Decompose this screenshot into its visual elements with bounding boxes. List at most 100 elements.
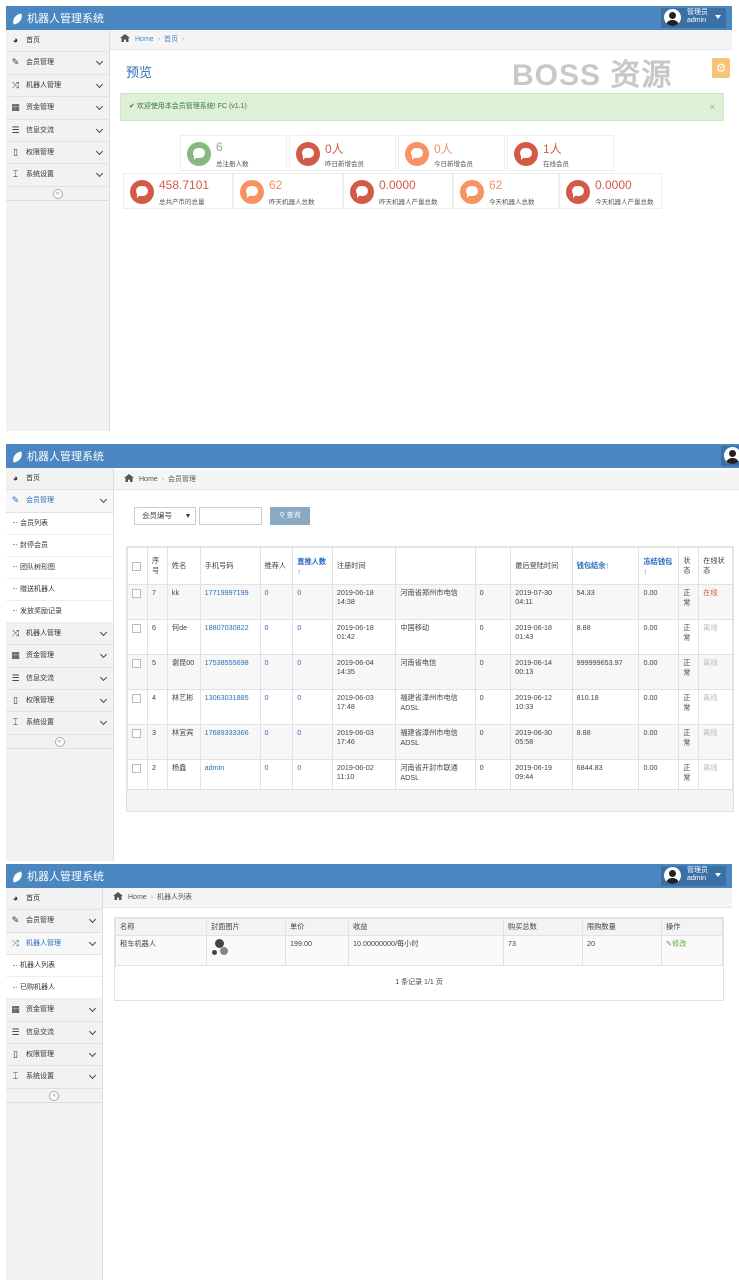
table-cell[interactable]: 17689333366 [199, 724, 261, 760]
chevron-down-icon [99, 695, 108, 703]
table-cell[interactable]: 0 [259, 689, 294, 725]
user-menu[interactable] [721, 446, 739, 466]
user-role: 管理员 [687, 9, 708, 16]
sidebar-item-members[interactable]: ✎ 会员管理 [6, 52, 109, 75]
sidebar-collapse[interactable]: « [6, 1089, 102, 1103]
sidebar-item-home[interactable]: ◕ 首页 [6, 30, 109, 53]
sidebar-item-messages[interactable]: ☰ 信息交流 [6, 1022, 102, 1044]
breadcrumb-home[interactable]: Home [139, 476, 158, 483]
search-button[interactable]: ⚲ 查询 [270, 507, 310, 525]
sidebar-item-members[interactable]: ✎ 会员管理 [6, 910, 102, 933]
select-all-cell[interactable] [127, 547, 148, 585]
close-icon[interactable]: × [710, 94, 715, 120]
app-brand[interactable]: 机器人管理系统 [10, 868, 104, 884]
table-cell: 4 [146, 689, 168, 725]
sidebar-item-robots[interactable]: ⤨ 机器人管理 [6, 932, 102, 956]
chevron-down-icon [88, 1049, 97, 1057]
sidebar-item-settings[interactable]: ⌶ 系统设置 [6, 712, 113, 735]
row-checkbox[interactable] [132, 763, 141, 773]
sidebar-sub-team-tree[interactable]: 团队树形图 [6, 556, 113, 579]
select-all-checkbox[interactable] [132, 561, 141, 571]
row-checkbox[interactable] [132, 658, 141, 668]
sidebar-sub-member-list[interactable]: 会员列表 [6, 512, 113, 535]
table-cell: 中国移动 [395, 619, 476, 655]
sidebar-item-settings[interactable]: ⌶ 系统设置 [6, 1066, 102, 1089]
sidebar-item-funds[interactable]: ▦ 资金管理 [6, 999, 102, 1022]
sidebar: ◕ 首页 ✎ 会员管理 ⤨ 机器人管理 ▦ 资金管理 ☰ 信息交流 ▯ 权限管理 ⌶ 系统设置… [6, 30, 110, 431]
sidebar-sub-purchased-robots[interactable]: 已购机器人 [6, 977, 102, 1000]
table-cell[interactable]: 0 [292, 584, 333, 620]
edit-label: 修改 [672, 939, 687, 948]
row-checkbox[interactable] [132, 728, 141, 738]
app-brand[interactable]: 机器人管理系统 [10, 10, 104, 26]
breadcrumb-current: 机器人列表 [157, 894, 193, 901]
table-cell[interactable]: 17719997199 [199, 584, 261, 620]
table-cell: 正常 [678, 689, 700, 725]
table-cell: 0.00 [638, 689, 680, 725]
sidebar-item-label: 会员管理 [26, 59, 54, 67]
table-cell[interactable]: 13063031885 [199, 689, 261, 725]
sidebar-item-funds[interactable]: ▦ 资金管理 [6, 97, 109, 120]
row-checkbox[interactable] [132, 623, 141, 633]
row-select-cell[interactable] [127, 724, 148, 760]
table-cell: 999999653.97 [571, 654, 640, 690]
sidebar-item-funds[interactable]: ▦ 资金管理 [6, 645, 113, 668]
column-header[interactable]: 钱包结余↑ [571, 547, 640, 585]
sidebar-sub-banned-members[interactable]: 封停会员 [6, 534, 113, 557]
row-select-cell[interactable] [127, 654, 148, 690]
table-cell[interactable]: 18807030822 [199, 619, 261, 655]
table-cell[interactable]: 0 [259, 654, 294, 690]
chevron-down-icon [95, 170, 104, 178]
sidebar-item-label: 会员管理 [26, 917, 54, 925]
edit-robot-link[interactable]: ✎修改 [661, 935, 723, 966]
sidebar-item-robots[interactable]: ⤨ 机器人管理 [6, 75, 109, 98]
sidebar-item-robots[interactable]: ⤨ 机器人管理 [6, 623, 113, 646]
row-checkbox[interactable] [132, 693, 141, 703]
table-cell[interactable]: 0 [259, 619, 294, 655]
sidebar-collapse[interactable]: « [6, 735, 113, 749]
sidebar-item-permissions[interactable]: ▯ 权限管理 [6, 142, 109, 165]
table-cell[interactable]: 0 [259, 584, 294, 620]
table-cell[interactable]: 0 [292, 619, 333, 655]
search-input[interactable] [199, 507, 262, 525]
sidebar-sub-gift-robot[interactable]: 赠送机器人 [6, 578, 113, 601]
app-brand[interactable]: 机器人管理系统 [10, 448, 104, 464]
pagination-info: 1 条记录 1/1 页 [395, 979, 443, 986]
sidebar-sub-reward-records[interactable]: 发放奖励记录 [6, 600, 113, 623]
search-field-select[interactable]: 会员编号 [134, 507, 196, 525]
user-menu[interactable]: 管理员 admin [661, 866, 726, 886]
sidebar-collapse[interactable]: « [6, 187, 109, 201]
user-menu[interactable]: 管理员 admin [661, 8, 726, 28]
breadcrumb-home[interactable]: Home [135, 36, 154, 43]
table-cell[interactable]: 0 [292, 724, 333, 760]
sidebar-sub-robot-list[interactable]: 机器人列表 [6, 955, 102, 978]
shuffle-icon: ⤨ [11, 79, 20, 90]
table-cell: 林艺彬 [166, 689, 201, 725]
column-header[interactable]: 直推人数↑ [292, 547, 333, 585]
column-header[interactable]: 冻结钱包↑ [638, 547, 680, 585]
sidebar-item-label: 首页 [26, 895, 40, 902]
table-cell[interactable]: 0 [292, 654, 333, 690]
row-select-cell[interactable] [127, 584, 148, 620]
sidebar-item-home[interactable]: ◕ 首页 [6, 468, 113, 491]
sidebar-item-members[interactable]: ✎ 会员管理 [6, 490, 113, 513]
row-select-cell[interactable] [127, 619, 148, 655]
settings-gear-button[interactable]: ⚙ [712, 58, 730, 78]
table-cell: 0.00 [638, 724, 680, 760]
sidebar-item-messages[interactable]: ☰ 信息交流 [6, 668, 113, 690]
sidebar-item-settings[interactable]: ⌶ 系统设置 [6, 164, 109, 187]
sidebar-item-permissions[interactable]: ▯ 权限管理 [6, 1044, 102, 1067]
robot-list-panel: 机器人管理系统 管理员 admin ◕ 首页 ✎ 会员管理 ⤨ 机器人管理 机器人列表 … [6, 864, 732, 1280]
table-cell[interactable]: 0 [259, 724, 294, 760]
table-cell[interactable]: 0 [292, 689, 333, 725]
table-cell: 0.00 [638, 584, 680, 620]
table-cell[interactable]: 17538555698 [199, 654, 261, 690]
row-checkbox[interactable] [132, 588, 141, 598]
breadcrumb-separator: › [157, 36, 161, 43]
row-select-cell[interactable] [127, 689, 148, 725]
breadcrumb-home[interactable]: Home [128, 894, 147, 901]
table-cell: 0 [474, 689, 512, 725]
sidebar-item-home[interactable]: ◕ 首页 [6, 888, 102, 911]
sidebar-item-permissions[interactable]: ▯ 权限管理 [6, 690, 113, 713]
sidebar-item-messages[interactable]: ☰ 信息交流 [6, 120, 109, 142]
